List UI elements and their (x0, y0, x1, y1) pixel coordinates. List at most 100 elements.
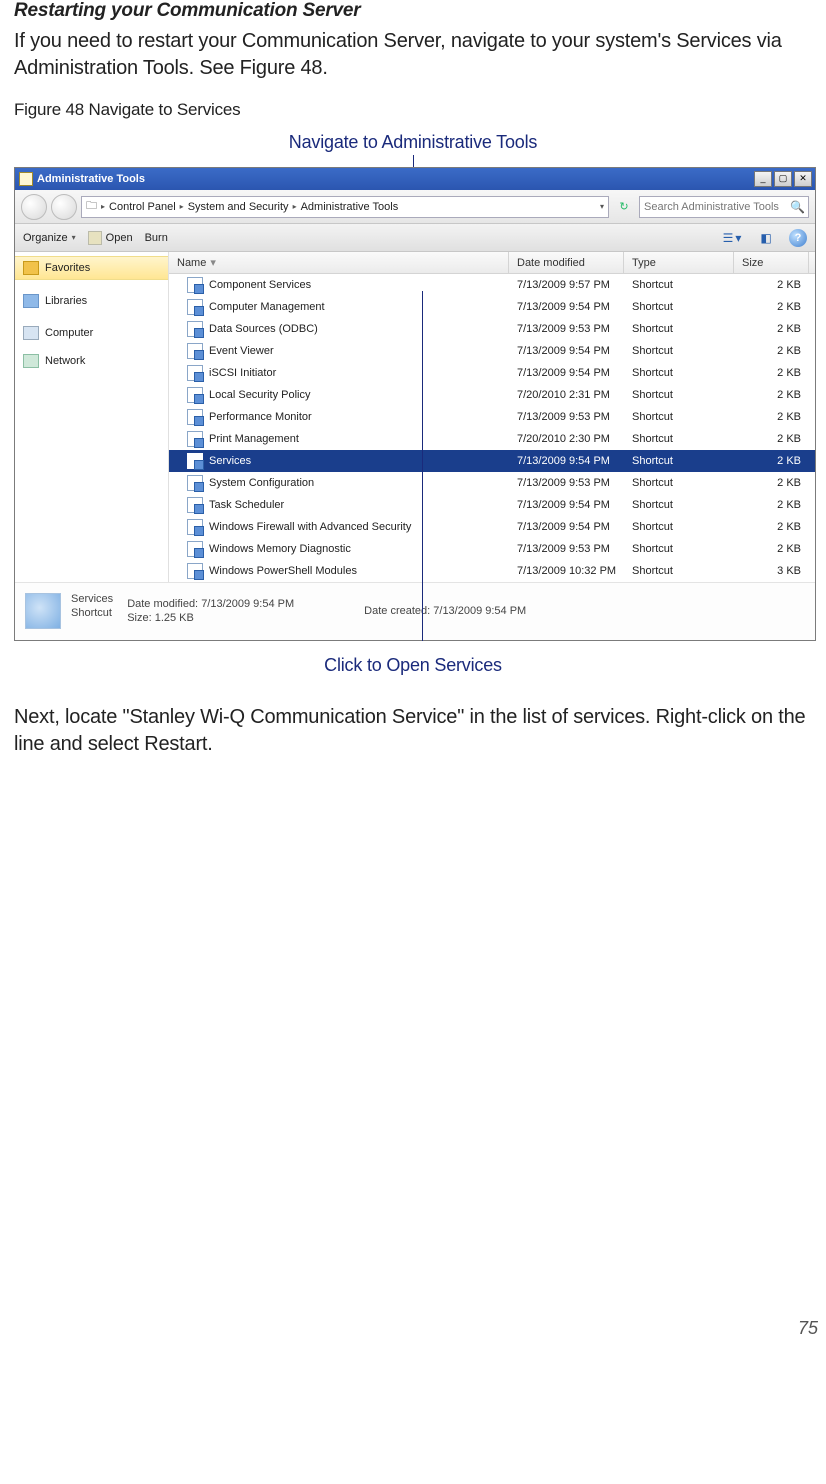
view-button[interactable]: ☰ ▾ (721, 228, 743, 248)
file-date-cell: 7/13/2009 9:54 PM (509, 494, 624, 516)
file-name: Performance Monitor (209, 411, 312, 423)
maximize-button[interactable]: ▢ (774, 171, 792, 187)
address-bar[interactable]: 🗀 ▸ Control Panel ▸ System and Security … (81, 196, 609, 218)
breadcrumb-sep-icon: ▸ (101, 202, 105, 211)
file-size-cell: 2 KB (734, 450, 809, 472)
file-type-cell: Shortcut (624, 494, 734, 516)
shortcut-icon (187, 343, 203, 359)
col-label: Date modified (517, 257, 585, 269)
file-size-cell: 2 KB (734, 516, 809, 538)
col-name[interactable]: Name ▾ (169, 252, 509, 273)
file-date-cell: 7/13/2009 9:53 PM (509, 472, 624, 494)
file-row[interactable]: Windows Firewall with Advanced Security7… (169, 516, 815, 538)
col-date[interactable]: Date modified (509, 252, 624, 273)
back-button[interactable] (21, 194, 47, 220)
file-name-cell: iSCSI Initiator (169, 362, 509, 384)
file-type-cell: Shortcut (624, 516, 734, 538)
details-date-modified: 7/13/2009 9:54 PM (201, 598, 294, 610)
computer-icon (23, 326, 39, 340)
search-box[interactable]: Search Administrative Tools 🔍 (639, 196, 809, 218)
file-row[interactable]: System Configuration7/13/2009 9:53 PMSho… (169, 472, 815, 494)
file-row[interactable]: Windows Memory Diagnostic7/13/2009 9:53 … (169, 538, 815, 560)
file-size-cell: 3 KB (734, 560, 809, 582)
organize-button[interactable]: Organize ▾ (23, 232, 76, 244)
nav-row: 🗀 ▸ Control Panel ▸ System and Security … (15, 190, 815, 224)
file-name-cell: Data Sources (ODBC) (169, 318, 509, 340)
breadcrumb-label: Administrative Tools (301, 201, 399, 213)
file-size-cell: 2 KB (734, 340, 809, 362)
refresh-button[interactable]: ↻ (613, 196, 635, 218)
file-row[interactable]: Component Services7/13/2009 9:57 PMShort… (169, 274, 815, 296)
file-type-cell: Shortcut (624, 450, 734, 472)
shortcut-icon (187, 365, 203, 381)
libraries-icon (23, 294, 39, 308)
search-icon[interactable]: 🔍 (790, 200, 804, 214)
breadcrumb-label: Control Panel (109, 201, 176, 213)
chevron-down-icon: ▾ (72, 233, 76, 242)
sidebar-item-computer[interactable]: Computer (15, 322, 168, 344)
titlebar[interactable]: Administrative Tools _ ▢ ✕ (15, 168, 815, 190)
file-row-selected[interactable]: Services7/13/2009 9:54 PMShortcut2 KB (169, 450, 815, 472)
file-size-cell: 2 KB (734, 362, 809, 384)
file-name: Services (209, 455, 251, 467)
file-name-cell: Print Management (169, 428, 509, 450)
window-icon (19, 172, 33, 186)
minimize-button[interactable]: _ (754, 171, 772, 187)
file-row[interactable]: Windows PowerShell Modules7/13/2009 10:3… (169, 560, 815, 582)
preview-pane-button[interactable]: ◧ (755, 228, 777, 248)
col-type[interactable]: Type (624, 252, 734, 273)
breadcrumb-system-security[interactable]: System and Security ▸ (188, 201, 297, 213)
file-date-cell: 7/13/2009 9:53 PM (509, 406, 624, 428)
file-size-cell: 2 KB (734, 296, 809, 318)
sidebar-item-libraries[interactable]: Libraries (15, 290, 168, 312)
file-row[interactable]: Print Management7/20/2010 2:30 PMShortcu… (169, 428, 815, 450)
file-row[interactable]: Data Sources (ODBC)7/13/2009 9:53 PMShor… (169, 318, 815, 340)
file-date-cell: 7/13/2009 9:54 PM (509, 340, 624, 362)
burn-button[interactable]: Burn (145, 232, 168, 244)
file-row[interactable]: Computer Management7/13/2009 9:54 PMShor… (169, 296, 815, 318)
file-size-cell: 2 KB (734, 384, 809, 406)
breadcrumb-label: System and Security (188, 201, 289, 213)
callout-bottom: Click to Open Services (14, 655, 812, 676)
file-type-cell: Shortcut (624, 362, 734, 384)
breadcrumb-admin-tools[interactable]: Administrative Tools (301, 201, 399, 213)
file-type-cell: Shortcut (624, 340, 734, 362)
file-row[interactable]: Task Scheduler7/13/2009 9:54 PMShortcut2… (169, 494, 815, 516)
close-button[interactable]: ✕ (794, 171, 812, 187)
help-button[interactable]: ? (789, 229, 807, 247)
forward-button[interactable] (51, 194, 77, 220)
shortcut-icon (187, 387, 203, 403)
sidebar-item-network[interactable]: Network (15, 350, 168, 372)
file-size-cell: 2 KB (734, 472, 809, 494)
figure-caption: Figure 48 Navigate to Services (14, 100, 812, 120)
file-name-cell: Windows Firewall with Advanced Security (169, 516, 509, 538)
details-date-modified-label: Date modified: (127, 598, 198, 610)
file-date-cell: 7/13/2009 9:57 PM (509, 274, 624, 296)
file-row[interactable]: Event Viewer7/13/2009 9:54 PMShortcut2 K… (169, 340, 815, 362)
file-name-cell: System Configuration (169, 472, 509, 494)
details-name: Services (71, 593, 113, 605)
window-title: Administrative Tools (37, 173, 750, 185)
file-name-cell: Windows Memory Diagnostic (169, 538, 509, 560)
shortcut-icon (187, 299, 203, 315)
file-row[interactable]: Local Security Policy7/20/2010 2:31 PMSh… (169, 384, 815, 406)
open-button[interactable]: Open (88, 231, 133, 245)
file-name-cell: Windows PowerShell Modules (169, 560, 509, 582)
address-dropdown-icon[interactable]: ▾ (600, 202, 604, 211)
intro-paragraph: If you need to restart your Communicatio… (14, 28, 812, 82)
shortcut-icon (187, 409, 203, 425)
sidebar-item-favorites[interactable]: Favorites (15, 256, 168, 280)
file-name: Windows PowerShell Modules (209, 565, 357, 577)
file-row[interactable]: iSCSI Initiator7/13/2009 9:54 PMShortcut… (169, 362, 815, 384)
shortcut-icon (187, 277, 203, 293)
col-size[interactable]: Size (734, 252, 809, 273)
callout-top: Navigate to Administrative Tools (14, 132, 812, 153)
chevron-down-icon: ▾ (735, 231, 741, 245)
details-pane: Services Shortcut Date modified: 7/13/20… (15, 582, 815, 640)
after-paragraph: Next, locate "Stanley Wi-Q Communication… (14, 704, 812, 758)
breadcrumb-control-panel[interactable]: Control Panel ▸ (109, 201, 184, 213)
file-row[interactable]: Performance Monitor7/13/2009 9:53 PMShor… (169, 406, 815, 428)
chevron-right-icon: ▸ (293, 202, 297, 211)
open-label: Open (106, 232, 133, 244)
sidebar-item-label: Favorites (45, 262, 90, 274)
